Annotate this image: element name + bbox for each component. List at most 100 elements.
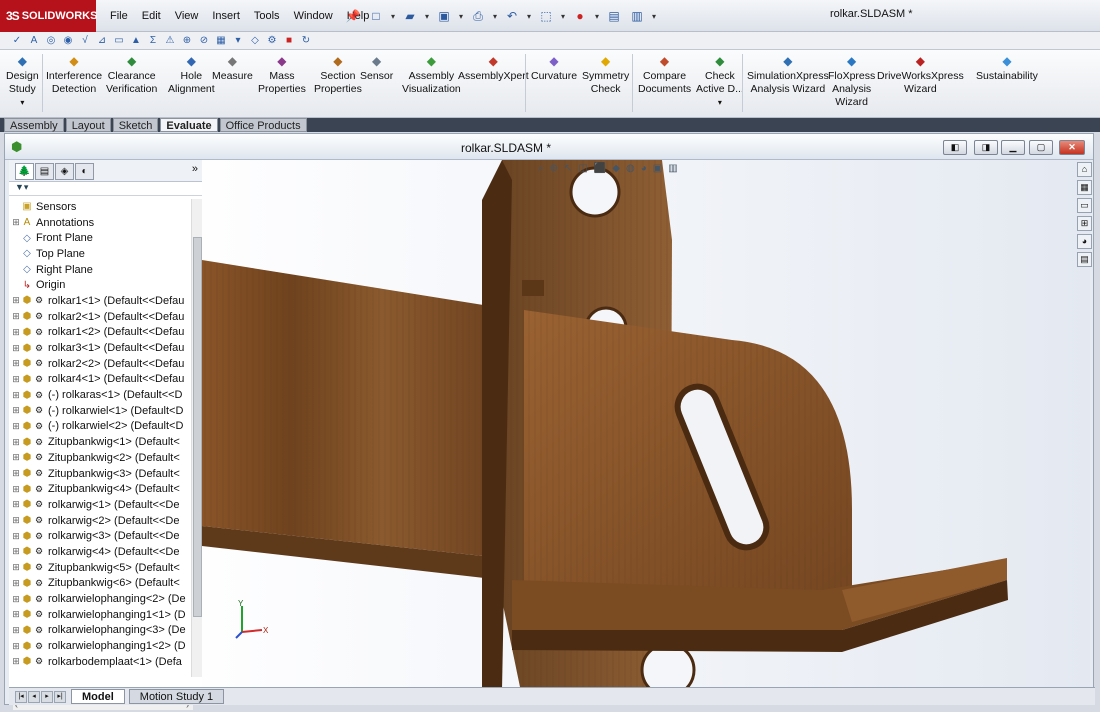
appearances-icon[interactable]: ◕ (1077, 234, 1092, 249)
pin-icon[interactable]: 📌 (343, 6, 363, 26)
tree-item[interactable]: ⊞ ⬢ ⚙ rolkar2<2> (Default<<Defau (9, 356, 191, 372)
tree-item[interactable]: ⊞ ⬢ ⚙ rolkarwielophanging<2> (De (9, 591, 191, 607)
tab-motion-study-1[interactable]: Motion Study 1 (128, 689, 225, 704)
print-icon[interactable]: ⎙ (468, 6, 488, 26)
open-icon[interactable]: ▰ (400, 6, 420, 26)
sustainability-button[interactable]: ◆ Sustainability (976, 54, 1038, 83)
expand-icon[interactable]: ⊞ (11, 578, 21, 589)
tree-item[interactable]: ⊞ ⬢ ⚙ rolkarwig<1> (Default<<De (9, 497, 191, 513)
hide-show-icon[interactable]: ◍ (626, 163, 635, 174)
weld-icon[interactable]: ⊿ (95, 34, 109, 48)
tree-item[interactable]: ⊞ ⬢ ⚙ rolkarwig<2> (Default<<De (9, 513, 191, 529)
datum-icon[interactable]: ▲ (129, 34, 143, 48)
menu-tools[interactable]: Tools (247, 10, 287, 22)
tree-item[interactable]: ⊞ ⬢ ⚙ rolkar3<1> (Default<<Defau (9, 340, 191, 356)
select-icon[interactable]: ⬚ (536, 6, 556, 26)
undo-dropdown-icon[interactable]: ▾ (525, 6, 533, 26)
rebuild-dropdown-icon[interactable]: ▾ (593, 6, 601, 26)
expand-panel-icon[interactable]: » (192, 163, 198, 175)
filter-icon[interactable]: ▼▾ (9, 182, 202, 196)
expand-icon[interactable]: ⊞ (11, 390, 21, 401)
menu-insert[interactable]: Insert (205, 10, 247, 22)
table-icon[interactable]: ▦ (214, 34, 228, 48)
tree-item[interactable]: ⊞ ⬢ ⚙ rolkar1<1> (Default<<Defau (9, 293, 191, 309)
balloon-icon[interactable]: ◎ (44, 34, 58, 48)
tree-item[interactable]: ⊞ ⬢ ⚙ Zitupbankwig<1> (Default< (9, 434, 191, 450)
clearance-button[interactable]: ◆ Clearance Verification (106, 54, 157, 96)
minimize-button[interactable]: ▁ (1001, 140, 1025, 155)
scene-icon[interactable]: ▣ (653, 163, 662, 174)
zoom-to-fit-icon[interactable]: ⌕ (538, 163, 544, 174)
open-dropdown-icon[interactable]: ▾ (423, 6, 431, 26)
save-icon[interactable]: ▣ (434, 6, 454, 26)
undo-icon[interactable]: ↶ (502, 6, 522, 26)
tree-item[interactable]: ⊞ ⬢ ⚙ (-) rolkaras<1> (Default<<D (9, 387, 191, 403)
gear-icon[interactable]: ⚙ (265, 34, 279, 48)
compare-button[interactable]: ◆ Compare Documents (638, 54, 691, 96)
file-explorer-icon[interactable]: ▭ (1077, 198, 1092, 213)
stop-icon[interactable]: ■ (282, 34, 296, 48)
next-tab-icon[interactable]: ▸ (41, 690, 53, 703)
view-settings-icon[interactable]: ▥ (668, 163, 677, 174)
view-palette-icon[interactable]: ⊞ (1077, 216, 1092, 231)
tree-item[interactable]: ⊞ ⬢ ⚙ rolkarwielophanging<3> (De (9, 623, 191, 639)
auto-balloon-icon[interactable]: ◉ (61, 34, 75, 48)
tree-item[interactable]: ◇ Front Plane (9, 230, 191, 246)
design-library-icon[interactable]: ▦ (1077, 180, 1092, 195)
assembly-vis-button[interactable]: ◆ Assembly Visualization (402, 54, 461, 96)
tab-assembly[interactable]: Assembly (4, 118, 64, 132)
file-properties-icon[interactable]: ▤ (604, 6, 624, 26)
tree-item[interactable]: ⊞ ⬢ ⚙ rolkar4<1> (Default<<Defau (9, 372, 191, 388)
expand-icon[interactable]: ⊞ (11, 562, 21, 573)
tree-item[interactable]: ⊞ ⬢ ⚙ Zitupbankwig<4> (Default< (9, 481, 191, 497)
expand-icon[interactable]: ⊞ (11, 468, 21, 479)
tree-item[interactable]: ↳ Origin (9, 277, 191, 293)
feature-tree-tab-icon[interactable]: 🌲 (15, 163, 34, 180)
measure-button[interactable]: ◆ Measure (212, 54, 253, 83)
rebuild-icon[interactable]: ● (570, 6, 590, 26)
note-icon[interactable]: A (27, 34, 41, 48)
tree-item[interactable]: ⊞ ⬢ ⚙ rolkarwielophanging1<1> (D (9, 607, 191, 623)
driveworks-button[interactable]: ◆ DriveWorksXpress Wizard (877, 54, 964, 96)
design-study-button[interactable]: ◆ Design Study ▾ (6, 54, 39, 109)
expand-icon[interactable]: ⊞ (11, 421, 21, 432)
new-dropdown-icon[interactable]: ▾ (389, 6, 397, 26)
expand-icon[interactable]: ⊞ (11, 641, 21, 652)
sum-icon[interactable]: Σ (146, 34, 160, 48)
tree-item[interactable]: ⊞ ⬢ ⚙ rolkarwielophanging1<2> (D (9, 638, 191, 654)
tree-item[interactable]: ⊞ ⬢ ⚙ Zitupbankwig<2> (Default< (9, 450, 191, 466)
tab-layout[interactable]: Layout (65, 118, 111, 132)
tree-item[interactable]: ⊞ ⬢ ⚙ (-) rolkarwiel<1> (Default<D (9, 403, 191, 419)
new-document-icon[interactable]: □ (366, 6, 386, 26)
configuration-manager-tab-icon[interactable]: ◈ (55, 163, 74, 180)
expand-icon[interactable]: ⊞ (11, 499, 21, 510)
menu-edit[interactable]: Edit (135, 10, 168, 22)
print-dropdown-icon[interactable]: ▾ (491, 6, 499, 26)
tree-item[interactable]: ⊞ ⬢ ⚙ rolkar1<2> (Default<<Defau (9, 325, 191, 341)
custom-properties-icon[interactable]: ▤ (1077, 252, 1092, 267)
display-style-icon[interactable]: ◆ (612, 163, 620, 174)
surface-finish-icon[interactable]: √ (78, 34, 92, 48)
tile-right-button[interactable]: ◨ (974, 140, 998, 155)
graphics-area[interactable]: ⌕ ⊕ ↖ ◫ ⬛ ◆ ◍ ◕ ▣ ▥ Y X (202, 160, 1090, 687)
menu-view[interactable]: View (168, 10, 206, 22)
hole-button[interactable]: ◆ Hole Alignment (168, 54, 215, 96)
expand-icon[interactable]: ⊞ (11, 546, 21, 557)
select-dropdown-icon[interactable]: ▾ (559, 6, 567, 26)
last-tab-icon[interactable]: ▸| (54, 690, 66, 703)
tree-item[interactable]: ◇ Top Plane (9, 246, 191, 262)
tree-item[interactable]: ⊞ ⬢ ⚙ rolkar2<1> (Default<<Defau (9, 309, 191, 325)
tree-item[interactable]: ⊞ ⬢ ⚙ rolkarwig<4> (Default<<De (9, 544, 191, 560)
expand-icon[interactable]: ⊞ (11, 484, 21, 495)
simulation-button[interactable]: ◆ SimulationXpress Analysis Wizard (747, 54, 829, 96)
expand-icon[interactable]: ⊞ (11, 437, 21, 448)
tree-item[interactable]: ⊞ ⬢ ⚙ rolkarwig<3> (Default<<De (9, 528, 191, 544)
expand-icon[interactable]: ⊞ (11, 405, 21, 416)
dropdown-arrow-icon[interactable]: ▾ (696, 96, 744, 109)
tab-evaluate[interactable]: Evaluate (160, 118, 218, 132)
expand-icon[interactable]: ⊞ (11, 327, 21, 338)
view-orientation-icon[interactable]: ⬛ (594, 163, 606, 174)
expand-icon[interactable]: ⊞ (11, 295, 21, 306)
expand-icon[interactable]: ⊞ (11, 609, 21, 620)
tab-model[interactable]: Model (71, 689, 125, 704)
